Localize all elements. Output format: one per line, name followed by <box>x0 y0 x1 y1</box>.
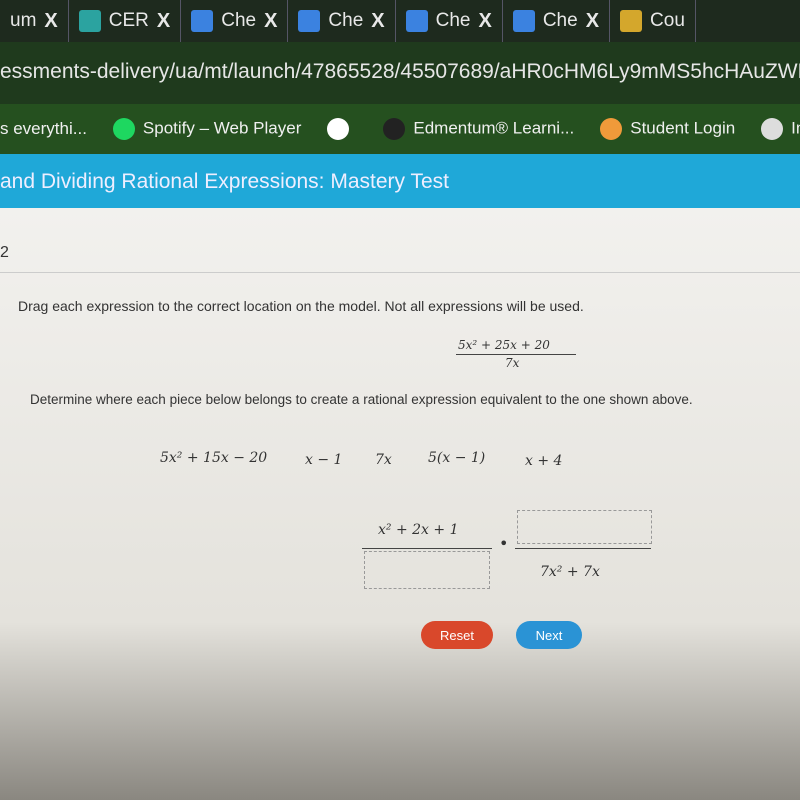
tab-label: Che <box>542 10 578 31</box>
close-tab-icon[interactable]: X <box>264 10 277 33</box>
bookmark-label: Edmentum® Learni... <box>413 118 575 138</box>
question-number: 2 <box>0 244 9 261</box>
bookmark-label: s everythi... <box>0 119 87 138</box>
left-numerator: x² + 2x + 1 <box>378 522 459 538</box>
divider <box>0 272 800 273</box>
browser-tab[interactable]: um X <box>0 0 69 42</box>
folder-icon <box>761 118 784 140</box>
multiply-operator: • <box>499 534 509 553</box>
docs-icon <box>512 10 535 32</box>
close-tab-icon[interactable]: X <box>157 10 170 33</box>
spotify-icon <box>112 118 135 140</box>
browser-tab[interactable]: Che X <box>503 0 611 42</box>
address-bar[interactable]: essments-delivery/ua/mt/launch/47865528/… <box>0 42 800 104</box>
bookmarks-bar: s everythi... Spotify – Web Player Edmentu… <box>0 104 800 154</box>
edmentum-icon <box>383 118 406 140</box>
tab-label: Che <box>435 10 471 31</box>
browser-tab[interactable]: Che X <box>396 0 503 42</box>
page-header: and Dividing Rational Expressions: Maste… <box>0 154 800 208</box>
bookmark[interactable] <box>327 118 357 140</box>
tab-label: um <box>10 10 37 31</box>
browser-tab[interactable]: CER X <box>69 0 182 42</box>
bookmark-label: Im <box>791 118 800 138</box>
reset-button[interactable]: Reset <box>421 621 493 649</box>
docs-icon <box>298 10 321 32</box>
left-fraction-bar <box>362 548 492 549</box>
page-title: and Dividing Rational Expressions: Maste… <box>0 170 449 193</box>
question-panel: 2 Drag each expression to the correct lo… <box>0 208 800 800</box>
classroom-icon <box>78 10 101 32</box>
tab-label: Che <box>328 10 364 31</box>
prompt-text: Determine where each piece below belongs… <box>30 392 693 407</box>
piece-2[interactable]: 7x <box>375 452 392 468</box>
target-numerator: 5x² + 25x + 20 <box>458 338 550 352</box>
tab-strip: um X CER X Che X Che X Che X Che X Cou <box>0 0 800 42</box>
target-denominator: 7x <box>505 356 520 370</box>
next-button[interactable]: Next <box>516 621 582 649</box>
bookmark[interactable]: s everythi... <box>0 119 87 139</box>
bookmark[interactable]: Im <box>761 118 800 140</box>
browser-tab[interactable]: Cou <box>610 0 696 42</box>
bookmark-label: Spotify – Web Player <box>142 118 302 138</box>
tab-label: Che <box>221 10 257 31</box>
browser-tab[interactable]: Che X <box>181 0 289 42</box>
bookmark[interactable]: Student Login <box>600 118 735 140</box>
target-fraction-bar <box>456 354 576 355</box>
close-tab-icon[interactable]: X <box>371 10 384 33</box>
bookmark[interactable]: Spotify – Web Player <box>112 118 302 140</box>
piece-3[interactable]: 5(x − 1) <box>428 450 485 466</box>
student-login-icon <box>600 118 623 140</box>
close-tab-icon[interactable]: X <box>586 10 599 33</box>
piece-4[interactable]: x + 4 <box>525 453 562 469</box>
bookmark-label: Student Login <box>630 118 736 138</box>
piece-0[interactable]: 5x² + 15x − 20 <box>160 450 267 466</box>
docs-icon <box>191 10 214 32</box>
right-denominator: 7x² + 7x <box>540 564 600 580</box>
instruction-text: Drag each expression to the correct loca… <box>18 298 584 314</box>
close-tab-icon[interactable]: X <box>478 10 491 33</box>
bookmark[interactable]: Edmentum® Learni... <box>383 118 574 140</box>
browser-tab[interactable]: Che X <box>288 0 396 42</box>
piece-1[interactable]: x − 1 <box>305 452 342 468</box>
docs-icon <box>405 10 428 32</box>
left-denominator-drop-zone[interactable] <box>364 551 490 589</box>
google-icon <box>327 118 350 140</box>
close-tab-icon[interactable]: X <box>44 10 57 33</box>
classroom-icon <box>620 10 643 32</box>
right-numerator-drop-zone[interactable] <box>517 510 652 544</box>
tab-label: CER <box>108 10 149 31</box>
right-fraction-bar <box>515 548 651 549</box>
tab-label: Cou <box>650 10 685 31</box>
